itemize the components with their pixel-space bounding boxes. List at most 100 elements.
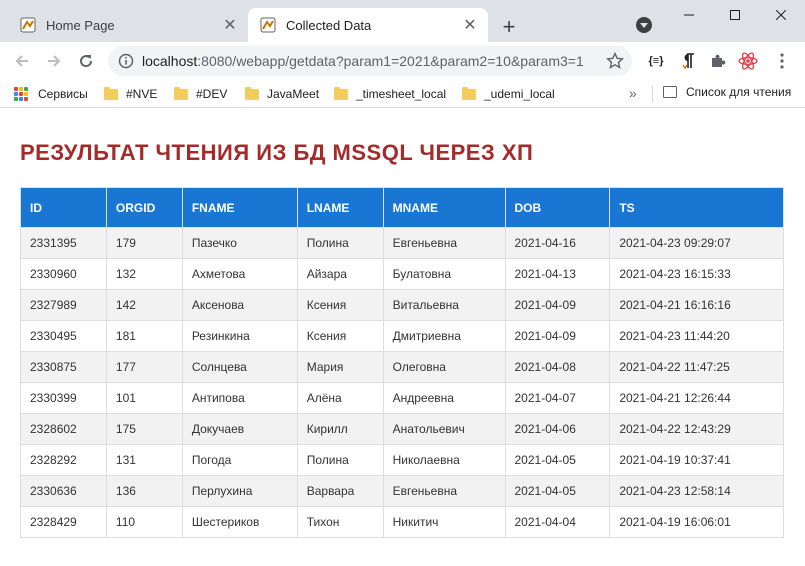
cell-mname: Евгеньевна [382, 475, 506, 507]
cell-orgid: 142 [105, 289, 183, 321]
bookmarks-divider [652, 86, 653, 102]
cell-dob: 2021-04-06 [504, 413, 611, 445]
cell-orgid: 177 [105, 351, 183, 383]
bookmark-label: Сервисы [38, 87, 88, 101]
cell-mname: Евгеньевна [382, 227, 506, 259]
cell-fname: Пазечко [181, 227, 298, 259]
close-tab-icon[interactable]: ✕ [460, 15, 480, 35]
pilcrow-glyph-icon [682, 53, 694, 70]
close-icon [776, 10, 786, 20]
column-header-fname: FNAME [181, 187, 298, 228]
bookmark-folder-timesheet-local[interactable]: _timesheet_local [334, 85, 446, 103]
back-button[interactable] [8, 47, 36, 75]
table-header-row: ID ORGID FNAME LNAME MNAME DOB TS [20, 187, 784, 228]
cell-id: 2330636 [20, 475, 107, 507]
new-tab-button[interactable]: + [496, 14, 522, 40]
column-header-lname: LNAME [296, 187, 384, 228]
folder-icon [334, 86, 348, 100]
cell-mname: Булатовна [382, 258, 506, 290]
bookmarks-bar: Сервисы #NVE #DEV JavaMeet _timesheet_lo… [0, 80, 805, 108]
table-row: 2328602 175 Докучаев Кирилл Анатольевич 2021-… [20, 413, 784, 445]
arrow-right-icon [48, 55, 61, 67]
cell-dob: 2021-04-05 [504, 444, 611, 476]
data-table: ID ORGID FNAME LNAME MNAME DOB TS 2331395 179 Па… [20, 187, 784, 538]
cell-lname: Кирилл [296, 413, 384, 445]
cell-fname: Аксенова [181, 289, 298, 321]
cell-mname: Анатольевич [382, 413, 506, 445]
star-icon[interactable] [606, 52, 624, 70]
cell-orgid: 131 [105, 444, 183, 476]
json-viewer-icon[interactable]: {≡} [646, 51, 666, 71]
pilcrow-icon[interactable] [678, 51, 698, 71]
reading-list-button[interactable]: Список для чтения [663, 85, 791, 99]
bookmark-folder-dev[interactable]: #DEV [174, 85, 227, 103]
cell-dob: 2021-04-04 [504, 506, 611, 538]
puzzle-icon[interactable] [708, 51, 728, 71]
cell-fname: Перлухина [181, 475, 298, 507]
tab-search-icon[interactable] [636, 17, 652, 33]
cell-ts: 2021-04-22 12:43:29 [609, 413, 784, 445]
cell-fname: Докучаев [181, 413, 298, 445]
table-row: 2330636 136 Перлухина Варвара Евгеньевна 2021… [20, 475, 784, 507]
cell-id: 2328602 [20, 413, 107, 445]
cell-lname: Ксения [296, 320, 384, 352]
cell-orgid: 136 [105, 475, 183, 507]
info-icon[interactable] [118, 53, 134, 69]
column-header-dob: DOB [504, 187, 611, 228]
close-window-button[interactable] [758, 0, 804, 30]
table-row: 2330960 132 Ахметова Айзара Булатовна 2021-04… [20, 258, 784, 290]
page-content: РЕЗУЛЬТАТ ЧТЕНИЯ ИЗ БД MSSQL ЧЕРЕЗ ХП ID… [0, 109, 805, 566]
cell-ts: 2021-04-22 11:47:25 [609, 351, 784, 383]
bookmarks-overflow-button[interactable]: » [629, 85, 637, 101]
column-header-ts: TS [609, 187, 784, 228]
cell-orgid: 101 [105, 382, 183, 414]
cell-mname: Дмитриевна [382, 320, 506, 352]
cell-fname: Резинкина [181, 320, 298, 352]
reload-button[interactable] [72, 47, 100, 75]
cell-orgid: 110 [105, 506, 183, 538]
folder-icon [245, 86, 259, 100]
cell-fname: Шестериков [181, 506, 298, 538]
browser-menu-button[interactable] [772, 51, 792, 71]
cell-fname: Ахметова [181, 258, 298, 290]
url-host: localhost [142, 53, 198, 69]
tab-strip: Home Page ✕ Collected Data ✕ + [0, 0, 805, 42]
tab-collected-data[interactable]: Collected Data ✕ [248, 8, 488, 42]
reload-icon [80, 55, 93, 68]
cell-id: 2330495 [20, 320, 107, 352]
bookmark-label: #DEV [196, 87, 228, 101]
url-path: :8080/webapp/getdata?param1=2021&param2=… [197, 53, 584, 69]
url-text[interactable]: localhost:8080/webapp/getdata?param1=202… [142, 53, 592, 69]
forward-button[interactable] [40, 47, 68, 75]
cell-id: 2330960 [20, 258, 107, 290]
cell-id: 2330399 [20, 382, 107, 414]
cell-id: 2328429 [20, 506, 107, 538]
address-bar[interactable]: localhost:8080/webapp/getdata?param1=202… [108, 46, 632, 76]
bookmark-apps[interactable]: Сервисы [14, 85, 88, 103]
react-icon[interactable] [738, 51, 758, 71]
cell-dob: 2021-04-09 [504, 289, 611, 321]
bookmark-folder-udemi-local[interactable]: _udemi_local [462, 85, 555, 103]
maximize-window-button[interactable] [712, 0, 758, 30]
cell-dob: 2021-04-16 [504, 227, 611, 259]
bookmark-folder-javameet[interactable]: JavaMeet [245, 85, 319, 103]
cell-mname: Олеговна [382, 351, 506, 383]
table-row: 2330399 101 Антипова Алёна Андреевна 2021-04-… [20, 382, 784, 414]
tab-home-page[interactable]: Home Page ✕ [8, 8, 248, 42]
reading-list-icon [663, 86, 677, 98]
table-row: 2328292 131 Погода Полина Николаевна 2021-04-… [20, 444, 784, 476]
cell-ts: 2021-04-19 10:37:41 [609, 444, 784, 476]
close-tab-icon[interactable]: ✕ [220, 15, 240, 35]
cell-lname: Ксения [296, 289, 384, 321]
browser-toolbar: localhost:8080/webapp/getdata?param1=202… [0, 42, 805, 80]
cell-id: 2331395 [20, 227, 107, 259]
cell-dob: 2021-04-08 [504, 351, 611, 383]
cell-ts: 2021-04-21 12:26:44 [609, 382, 784, 414]
minimize-window-button[interactable] [666, 0, 712, 30]
table-row: 2328429 110 Шестериков Тихон Никитич 2021-04-… [20, 506, 784, 538]
cell-mname: Андреевна [382, 382, 506, 414]
bookmark-folder-nve[interactable]: #NVE [104, 85, 157, 103]
cell-lname: Мария [296, 351, 384, 383]
cell-fname: Антипова [181, 382, 298, 414]
kebab-menu-icon [780, 53, 784, 69]
